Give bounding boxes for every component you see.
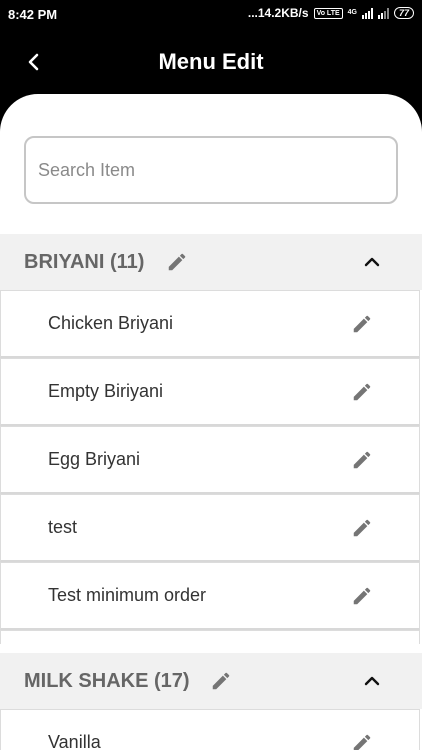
menu-item-row[interactable]: Test minimum order <box>0 562 420 630</box>
page-title: Menu Edit <box>158 49 264 74</box>
menu-item-name: Egg Briyani <box>48 449 141 469</box>
category-header-briyani[interactable]: BRIYANI (11) <box>0 234 422 290</box>
search-input[interactable] <box>24 136 398 204</box>
edit-item-icon[interactable] <box>351 517 373 539</box>
menu-item-name: Vanilla <box>48 732 101 750</box>
status-bar: 8:42 PM ...14.2KB/s Vo LTE 4G 77 <box>0 0 422 30</box>
content-sheet: BRIYANI (11) Chicken Briyani Empty Biriy… <box>0 94 422 750</box>
signal-icon-2 <box>377 7 389 19</box>
volte-icon: Vo LTE <box>313 7 343 19</box>
signal-icon <box>361 7 373 19</box>
status-icons: ...14.2KB/s Vo LTE 4G 77 <box>248 6 414 20</box>
edit-item-icon[interactable] <box>351 732 373 750</box>
network-type: 4G <box>347 9 357 16</box>
category-title: MILK SHAKE (17) <box>24 670 190 692</box>
menu-item-name: Test minimum order <box>48 585 207 605</box>
network-speed: ...14.2KB/s <box>247 6 309 20</box>
menu-item-row[interactable]: Egg Briyani <box>0 426 420 494</box>
collapse-chevron-icon[interactable] <box>362 252 382 272</box>
edit-item-icon[interactable] <box>351 585 373 607</box>
edit-item-icon[interactable] <box>351 381 373 403</box>
menu-item-name: Chicken Briyani <box>48 313 174 333</box>
category-header-milk-shake[interactable]: MILK SHAKE (17) <box>0 653 422 709</box>
menu-item-name: test <box>48 517 78 537</box>
edit-category-icon[interactable] <box>166 251 188 273</box>
collapse-chevron-icon[interactable] <box>362 671 382 691</box>
menu-item-row[interactable]: Chicken Briyani <box>0 290 420 358</box>
edit-item-icon[interactable] <box>351 449 373 471</box>
edit-category-icon[interactable] <box>210 670 232 692</box>
battery-icon: 77 <box>393 7 414 19</box>
category-title: BRIYANI (11) <box>24 251 145 273</box>
menu-item-row[interactable]: Empty Biriyani <box>0 358 420 426</box>
status-time: 8:42 PM <box>8 7 58 22</box>
app-bar: Menu Edit <box>0 30 422 94</box>
edit-item-icon[interactable] <box>351 313 373 335</box>
menu-item-name: Empty Biriyani <box>48 381 164 401</box>
menu-item-row-partial <box>0 630 420 644</box>
menu-item-row[interactable]: test <box>0 494 420 562</box>
menu-item-row[interactable]: Vanilla <box>0 709 420 750</box>
